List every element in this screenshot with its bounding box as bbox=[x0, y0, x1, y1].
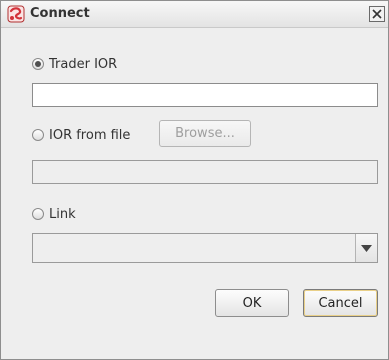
ior-file-option[interactable]: IOR from file bbox=[32, 125, 130, 145]
cancel-button[interactable]: Cancel bbox=[303, 289, 378, 317]
window-title: Connect bbox=[30, 6, 90, 21]
trader-ior-radio[interactable] bbox=[32, 58, 44, 70]
ior-file-radio[interactable] bbox=[32, 129, 44, 141]
ior-file-label: IOR from file bbox=[49, 127, 131, 143]
app-icon bbox=[7, 5, 25, 23]
link-radio[interactable] bbox=[32, 208, 44, 220]
link-select[interactable] bbox=[32, 233, 378, 263]
browse-button[interactable]: Browse... bbox=[159, 120, 251, 147]
chevron-down-icon bbox=[361, 245, 372, 252]
close-icon bbox=[372, 9, 382, 19]
ok-button[interactable]: OK bbox=[215, 289, 289, 317]
trader-ior-input[interactable] bbox=[32, 83, 378, 107]
link-label: Link bbox=[49, 206, 76, 222]
ior-file-input[interactable] bbox=[32, 160, 378, 184]
connect-dialog: Connect Trader IOR IOR from file Browse.… bbox=[0, 0, 389, 360]
close-button[interactable] bbox=[369, 6, 385, 22]
link-select-arrow[interactable] bbox=[355, 234, 377, 262]
trader-ior-option[interactable]: Trader IOR bbox=[32, 54, 117, 74]
link-option[interactable]: Link bbox=[32, 204, 76, 224]
trader-ior-label: Trader IOR bbox=[49, 56, 118, 72]
title-bar[interactable]: Connect bbox=[1, 1, 388, 28]
